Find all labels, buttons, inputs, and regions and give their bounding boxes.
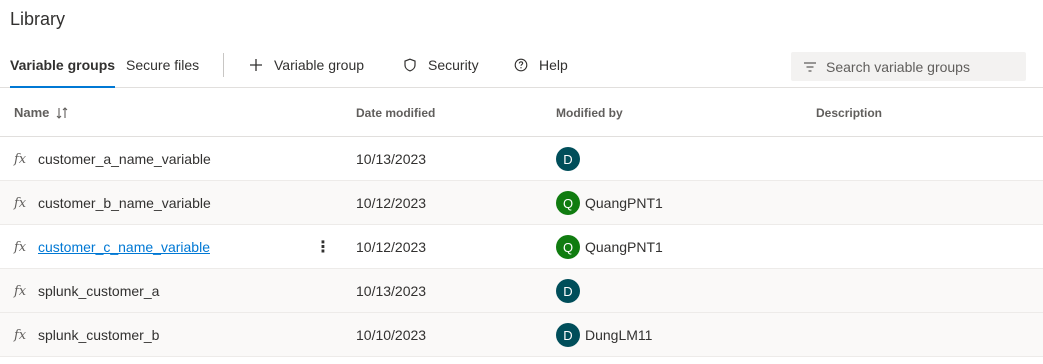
function-icon: fx bbox=[14, 327, 27, 343]
tab-bar: Variable groups Secure files Variable gr… bbox=[0, 50, 1043, 88]
variable-group-name[interactable]: customer_c_name_variable bbox=[38, 225, 210, 269]
avatar: Q bbox=[556, 191, 580, 215]
variable-group-name[interactable]: customer_a_name_variable bbox=[38, 137, 211, 181]
search-box[interactable] bbox=[791, 52, 1026, 81]
date-modified: 10/13/2023 bbox=[356, 151, 427, 167]
modified-by: D bbox=[556, 137, 585, 181]
variable-group-name[interactable]: splunk_customer_a bbox=[38, 269, 159, 313]
filter-icon bbox=[803, 60, 817, 74]
function-icon: fx bbox=[14, 283, 27, 299]
date-modified: 10/12/2023 bbox=[356, 239, 427, 255]
help-label: Help bbox=[539, 57, 568, 73]
more-options-icon[interactable]: ⋮ bbox=[315, 225, 331, 269]
shield-icon bbox=[402, 57, 418, 73]
table-row[interactable]: fx splunk_customer_b 10/10/2023 D DungLM… bbox=[0, 313, 1043, 357]
column-header-name-label: Name bbox=[14, 105, 50, 120]
table-row[interactable]: fx splunk_customer_a 10/13/2023 D bbox=[0, 269, 1043, 313]
plus-icon bbox=[248, 57, 264, 73]
security-button[interactable]: Security bbox=[402, 50, 479, 80]
avatar: Q bbox=[556, 235, 580, 259]
date-modified: 10/10/2023 bbox=[356, 327, 427, 343]
modified-by-name: DungLM11 bbox=[585, 327, 653, 343]
search-input[interactable] bbox=[826, 58, 1016, 75]
column-header-description[interactable]: Description bbox=[816, 89, 882, 137]
table-row[interactable]: fx customer_b_name_variable 10/12/2023 Q… bbox=[0, 181, 1043, 225]
tab-variable-groups[interactable]: Variable groups bbox=[10, 50, 116, 88]
avatar: D bbox=[556, 147, 580, 171]
tab-secure-files[interactable]: Secure files bbox=[126, 50, 199, 88]
table-header: Name Date modified Modified by Descripti… bbox=[0, 89, 1043, 137]
column-header-modified-by[interactable]: Modified by bbox=[556, 89, 623, 137]
sort-icon[interactable] bbox=[55, 106, 69, 120]
function-icon: fx bbox=[14, 195, 27, 211]
table-row[interactable]: fx customer_a_name_variable 10/13/2023 D bbox=[0, 137, 1043, 181]
function-icon: fx bbox=[14, 151, 27, 167]
function-icon: fx bbox=[14, 239, 27, 255]
add-variable-group-label: Variable group bbox=[274, 57, 365, 73]
modified-by-name: QuangPNT1 bbox=[585, 239, 663, 255]
add-variable-group-button[interactable]: Variable group bbox=[248, 50, 364, 80]
variable-group-name[interactable]: customer_b_name_variable bbox=[38, 181, 211, 225]
help-button[interactable]: Help bbox=[513, 50, 568, 80]
page-title: Library bbox=[10, 9, 66, 29]
modified-by: Q QuangPNT1 bbox=[556, 181, 663, 225]
modified-by: Q QuangPNT1 bbox=[556, 225, 663, 269]
security-label: Security bbox=[428, 57, 479, 73]
column-header-date-modified[interactable]: Date modified bbox=[356, 89, 435, 137]
column-header-name[interactable]: Name bbox=[14, 89, 69, 137]
date-modified: 10/12/2023 bbox=[356, 195, 427, 211]
modified-by: D DungLM11 bbox=[556, 313, 652, 357]
avatar: D bbox=[556, 323, 580, 347]
help-icon bbox=[513, 57, 529, 73]
toolbar-divider bbox=[223, 53, 224, 77]
variable-group-name[interactable]: splunk_customer_b bbox=[38, 313, 159, 357]
modified-by-name: QuangPNT1 bbox=[585, 195, 663, 211]
modified-by: D bbox=[556, 269, 585, 313]
date-modified: 10/13/2023 bbox=[356, 283, 427, 299]
table-row[interactable]: fx customer_c_name_variable ⋮ 10/12/2023… bbox=[0, 225, 1043, 269]
avatar: D bbox=[556, 279, 580, 303]
variable-groups-table: Name Date modified Modified by Descripti… bbox=[0, 89, 1043, 357]
variable-group-link[interactable]: customer_c_name_variable bbox=[38, 239, 210, 255]
